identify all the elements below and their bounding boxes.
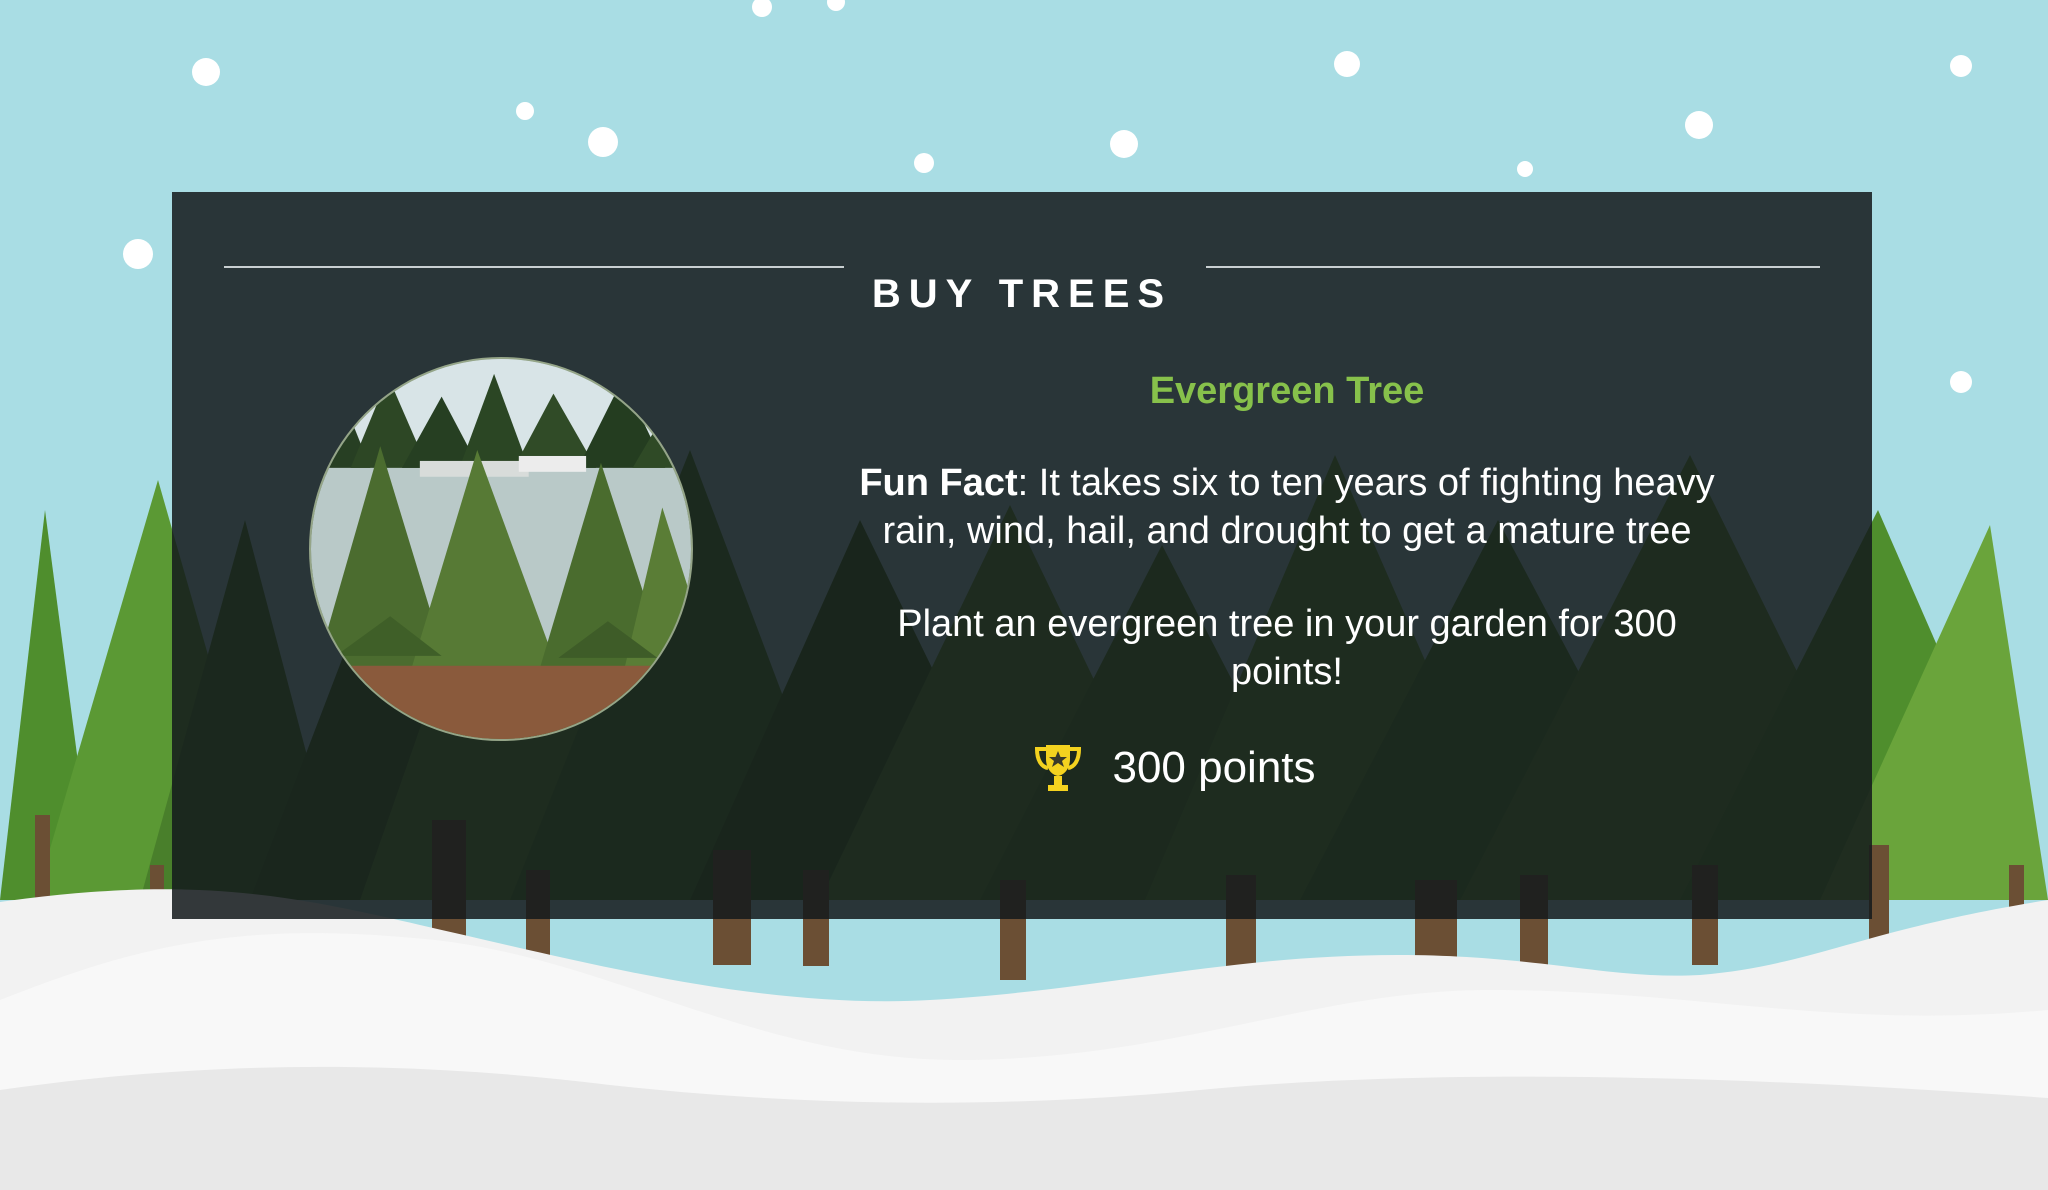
- trophy-icon: [1035, 745, 1082, 791]
- planting-offer: Plant an evergreen tree in your garden f…: [897, 603, 1677, 693]
- fun-fact: Fun Fact: It takes six to ten years of f…: [827, 459, 1747, 555]
- points-value: 300 points: [1112, 743, 1316, 792]
- header-divider-right: [1206, 266, 1820, 268]
- panel-title: BUY TREES: [871, 271, 1173, 316]
- tree-details: Evergreen Tree Fun Fact: It takes six to…: [752, 367, 1822, 796]
- evergreen-tree-photo: [309, 357, 693, 741]
- buy-trees-panel: BUY TREES Evergreen Tree Fun Fact: It ta…: [172, 192, 1872, 919]
- item-name: Evergreen Tree: [1149, 370, 1425, 412]
- header-divider-left: [224, 266, 844, 268]
- points-cost: 300 points: [640, 740, 1710, 796]
- fun-fact-label: Fun Fact: [859, 462, 1018, 504]
- panel-header: BUY TREES: [224, 247, 1820, 314]
- tree-photo-illustration: [311, 359, 691, 739]
